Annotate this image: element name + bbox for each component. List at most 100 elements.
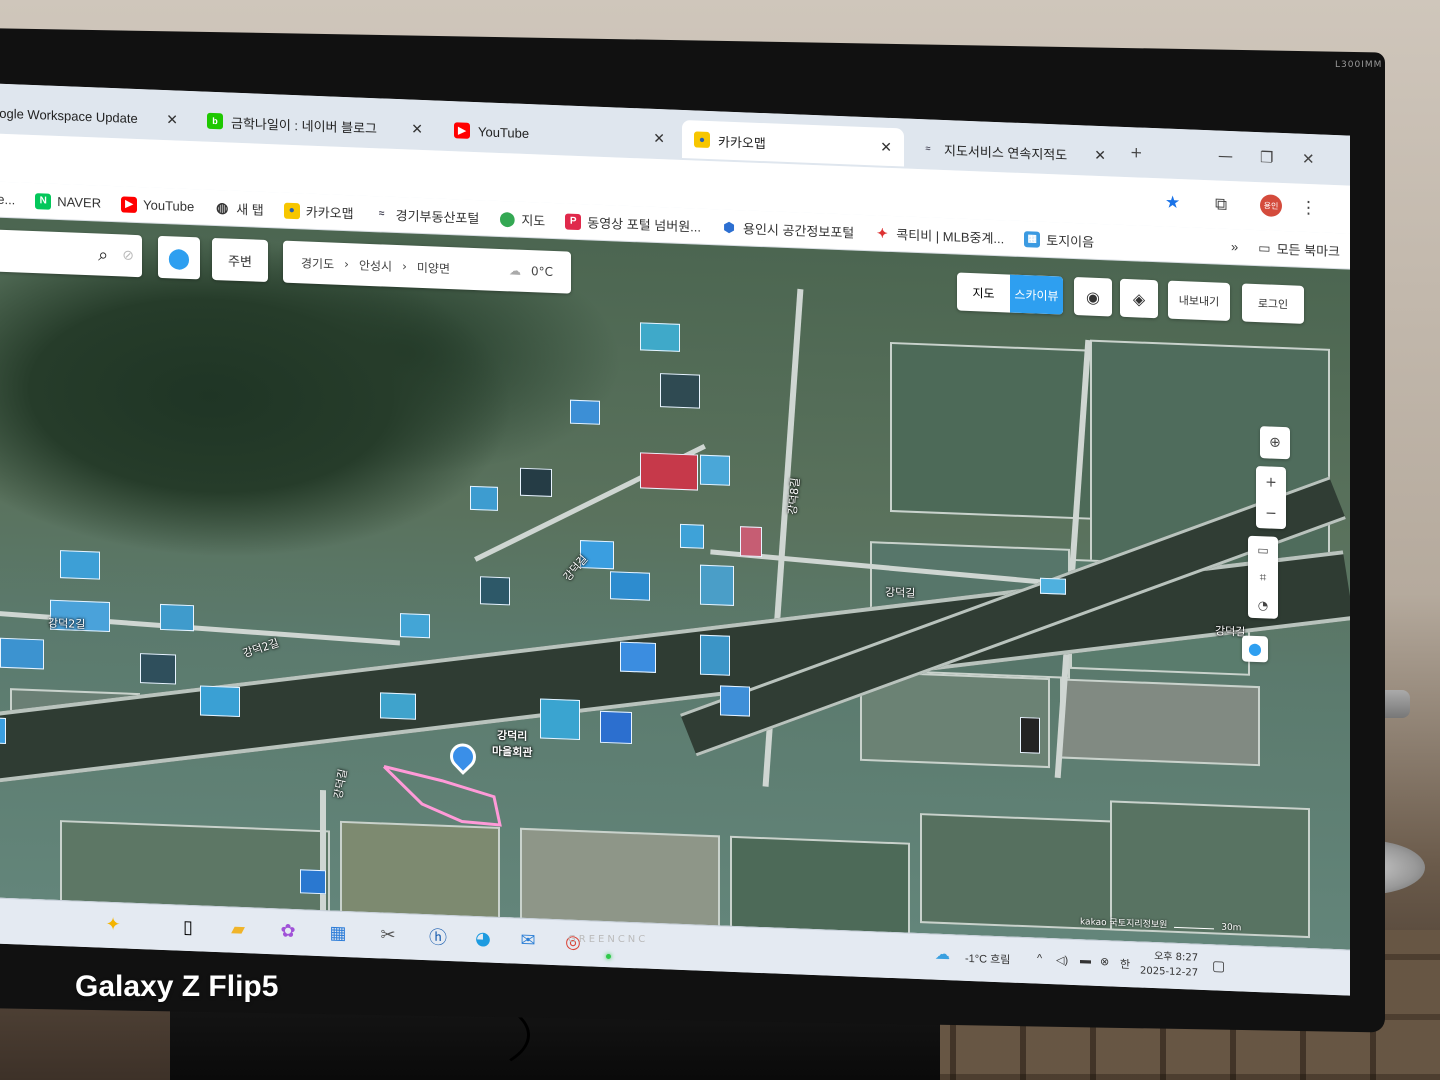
mail-icon[interactable]: ✉ bbox=[515, 927, 541, 954]
copilot-icon[interactable]: ✿ bbox=[275, 917, 301, 944]
menu-icon[interactable]: ⋮ bbox=[1300, 198, 1317, 219]
bookmark-maps[interactable]: ⬤ 지도 bbox=[489, 209, 555, 231]
copilot-sparkle-icon[interactable]: ✦ bbox=[100, 911, 126, 938]
clear-icon[interactable]: ⊘ bbox=[122, 247, 134, 263]
bookmark-kakaomap[interactable]: ● 카카오맵 bbox=[274, 200, 364, 222]
tab-youtube[interactable]: ▶ YouTube ✕ bbox=[442, 111, 677, 158]
search-icon[interactable]: ⌕ bbox=[98, 244, 108, 265]
bookmark-video-portal[interactable]: P 동영상 포털 넘버원... bbox=[555, 211, 711, 236]
bookmark-land[interactable]: ▦ 토지이음 bbox=[1014, 229, 1104, 251]
star-icon[interactable]: ★ bbox=[1165, 193, 1180, 214]
tab-google-workspace[interactable]: oogle Workspace Update ✕ bbox=[0, 93, 190, 139]
taskbar-weather[interactable]: -1°C 흐림 bbox=[965, 950, 1010, 968]
calculator-icon[interactable]: ▦ bbox=[325, 919, 351, 946]
building bbox=[0, 637, 44, 670]
speaker-icon[interactable]: ◁) bbox=[1056, 953, 1068, 966]
profile-avatar[interactable]: 용인 bbox=[1260, 194, 1282, 217]
monitor-brand-logo: GREENCNC bbox=[568, 934, 649, 945]
layers-icon: ◈ bbox=[1132, 288, 1146, 309]
monitor-model-label: L300IMM bbox=[1335, 60, 1383, 70]
extensions-icon[interactable]: ⧉ bbox=[1215, 194, 1227, 214]
chevron-right-icon: › bbox=[402, 259, 407, 274]
minimize-button[interactable]: — bbox=[1218, 147, 1233, 166]
my-location-pin-button[interactable]: ⬤ bbox=[158, 235, 200, 280]
ruler-icon[interactable]: ▭ bbox=[1257, 543, 1268, 557]
bookmark-yongin-portal[interactable]: ⬢ 용인시 공간정보포털 bbox=[711, 217, 864, 242]
bookmark-item[interactable]: ne... bbox=[0, 191, 25, 208]
bookmark-label: 용인시 공간정보포털 bbox=[743, 221, 855, 241]
zoom-in-icon[interactable]: + bbox=[1265, 474, 1277, 490]
map-view-button[interactable]: 지도 bbox=[957, 273, 1010, 313]
hangul-icon[interactable]: ⓗ bbox=[425, 923, 451, 950]
bookmark-label: 지도 bbox=[521, 212, 546, 229]
building bbox=[1020, 716, 1040, 754]
breadcrumb-province[interactable]: 경기도 bbox=[301, 254, 334, 272]
bookmark-naver[interactable]: N NAVER bbox=[25, 192, 111, 211]
breadcrumb-town[interactable]: 미양면 bbox=[417, 258, 450, 276]
chevron-right-icon: › bbox=[344, 256, 349, 272]
building bbox=[0, 717, 6, 744]
export-button[interactable]: 내보내기 bbox=[1168, 280, 1230, 322]
pin-button[interactable]: ⬤ bbox=[1242, 635, 1268, 663]
close-icon[interactable]: ✕ bbox=[411, 120, 423, 137]
layers-button[interactable]: ◈ bbox=[1120, 278, 1158, 319]
pin-icon: ⬢ bbox=[723, 219, 735, 235]
power-led bbox=[606, 954, 611, 959]
building bbox=[520, 467, 552, 497]
status-icon[interactable]: ⊗ bbox=[1100, 955, 1109, 968]
runner-icon: ✦ bbox=[876, 224, 888, 241]
building bbox=[700, 454, 730, 486]
close-icon[interactable]: ✕ bbox=[166, 111, 178, 128]
more-bookmarks-button[interactable]: » bbox=[1221, 239, 1248, 255]
tab-label: 금학나일이 : 네이버 블로그 bbox=[231, 115, 378, 136]
road-label: 강덕길 bbox=[1215, 624, 1246, 639]
folder-icon: ▭ bbox=[1258, 239, 1271, 256]
search-input[interactable]: 4 ⌕ ⊘ bbox=[0, 229, 142, 278]
export-label: 내보내기 bbox=[1178, 294, 1220, 309]
login-label: 로그인 bbox=[1257, 297, 1289, 312]
building bbox=[60, 550, 100, 580]
maximize-button[interactable]: ❐ bbox=[1260, 148, 1273, 167]
task-view-icon[interactable]: ▯ bbox=[175, 913, 201, 940]
breadcrumb: 경기도 › 안성시 › 미양면 ☁ 0°C bbox=[283, 240, 571, 294]
view-toggle[interactable]: 지도 스카이뷰 bbox=[957, 272, 1063, 315]
chevron-up-icon[interactable]: ^ bbox=[1037, 953, 1042, 965]
bookmark-label: YouTube bbox=[143, 197, 195, 215]
zoom-out-icon[interactable]: − bbox=[1265, 505, 1277, 521]
clock[interactable]: 오후 8:27 2025-12-27 bbox=[1140, 949, 1198, 981]
skyview-map[interactable]: 강덕2길 강덕2길 강덕리 마을회관 강덕길 강덕길 강덕길 강덕길 강덕8길 … bbox=[0, 217, 1350, 950]
skyview-button[interactable]: 스카이뷰 bbox=[1010, 274, 1063, 315]
bookmark-youtube[interactable]: ▶ YouTube bbox=[111, 195, 204, 216]
ime-indicator[interactable]: 한 bbox=[1120, 956, 1130, 972]
building bbox=[620, 641, 656, 673]
close-icon[interactable]: ✕ bbox=[1094, 146, 1106, 163]
bookmark-label: 경기부동산포털 bbox=[395, 207, 480, 227]
map-service-icon: ≈ bbox=[925, 143, 931, 154]
network-icon[interactable]: ▬ bbox=[1080, 954, 1091, 966]
login-button[interactable]: 로그인 bbox=[1242, 283, 1304, 324]
nearby-button[interactable]: 주변 bbox=[212, 237, 268, 283]
tab-kakaomap[interactable]: ● 카카오맵 ✕ bbox=[682, 119, 904, 167]
edge-icon[interactable]: ◕ bbox=[470, 925, 496, 952]
bookmark-realestate[interactable]: ≈ 경기부동산포털 bbox=[364, 204, 490, 228]
all-bookmarks-button[interactable]: ▭ 모든 북마크 bbox=[1248, 238, 1350, 261]
road-label: 강덕길 bbox=[331, 767, 350, 801]
new-tab-button[interactable]: + bbox=[1130, 143, 1143, 161]
bookmark-label: 토지이음 bbox=[1046, 232, 1095, 250]
bookmark-label: ne... bbox=[0, 191, 16, 208]
notification-icon[interactable]: ▢ bbox=[1212, 957, 1225, 975]
snipping-tool-icon[interactable]: ✂ bbox=[375, 921, 401, 948]
file-explorer-icon[interactable]: ▰ bbox=[225, 915, 251, 942]
close-icon[interactable]: ✕ bbox=[653, 129, 665, 146]
roadview-button[interactable]: ◉ bbox=[1074, 277, 1112, 317]
close-window-button[interactable]: ✕ bbox=[1302, 150, 1315, 168]
current-location-button[interactable]: ⊕ bbox=[1260, 426, 1290, 460]
close-icon[interactable]: ✕ bbox=[880, 138, 892, 155]
area-icon[interactable]: ⌗ bbox=[1260, 570, 1267, 585]
breadcrumb-city[interactable]: 안성시 bbox=[359, 256, 392, 274]
bookmark-new-tab[interactable]: ◍ 새 탭 bbox=[204, 198, 274, 220]
tab-map-service[interactable]: ≈ 지도서비스 연속지적도 ✕ bbox=[908, 129, 1118, 175]
radius-icon[interactable]: ◔ bbox=[1258, 598, 1268, 612]
tab-naver-blog[interactable]: b 금학나일이 : 네이버 블로그 ✕ bbox=[195, 101, 435, 148]
bookmark-koktv[interactable]: ✦ 콕티비 | MLB중계... bbox=[864, 223, 1014, 248]
